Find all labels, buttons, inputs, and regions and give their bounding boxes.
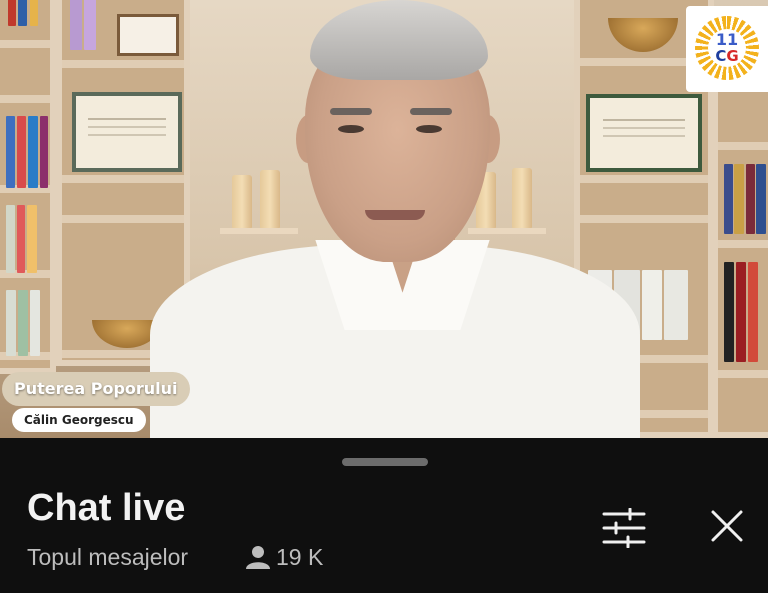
- far-right-bookshelf: [712, 84, 768, 438]
- chat-mode-selector[interactable]: Topul mesajelor: [27, 543, 188, 571]
- photo-frame: [117, 14, 179, 56]
- left-bookshelf: [0, 0, 56, 374]
- logo-letters: CG: [715, 47, 739, 65]
- speaker-mouth: [365, 210, 425, 220]
- diploma-frame: [72, 92, 182, 172]
- logo-number: 11: [715, 30, 739, 49]
- chat-title: Chat live: [27, 487, 186, 529]
- viewer-count-value: 19 K: [276, 544, 324, 570]
- drag-handle[interactable]: [342, 458, 428, 466]
- sliders-icon[interactable]: [600, 508, 648, 548]
- live-video-player[interactable]: 11 CG Puterea Poporului Călin Georgescu: [0, 0, 768, 438]
- live-chat-panel: Chat live Topul mesajelor 19 K: [0, 438, 768, 593]
- person-icon: [246, 546, 270, 569]
- speaker-name-tag: Călin Georgescu: [12, 408, 146, 432]
- channel-name-tag: Puterea Poporului: [2, 372, 190, 406]
- certificate-frame: [586, 94, 702, 172]
- close-icon[interactable]: [705, 504, 749, 548]
- channel-logo: 11 CG: [686, 6, 768, 92]
